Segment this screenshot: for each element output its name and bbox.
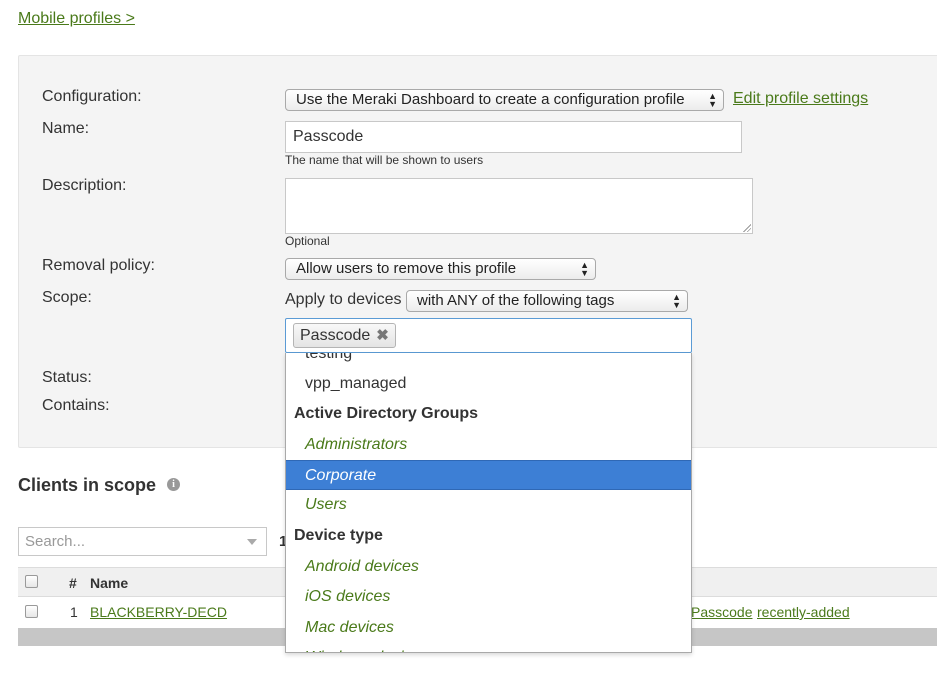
scope-mode-select[interactable]: with ANY of the following tags ▲ ▼ [406,290,688,312]
scope-mode-select-value: with ANY of the following tags [417,292,615,309]
edit-profile-settings-link[interactable]: Edit profile settings [733,90,868,108]
row-number: 1 [70,604,78,620]
scope-label: Scope: [42,289,92,306]
dropdown-option[interactable]: vpp_managed [286,369,691,399]
column-header-number[interactable]: # [69,575,77,591]
client-search-input[interactable]: Search... [18,527,267,556]
dropdown-option[interactable]: Administrators [286,430,691,460]
dropdown-option[interactable]: Users [286,490,691,520]
description-textarea[interactable] [285,178,753,234]
dropdown-option[interactable]: Mac devices [286,613,691,643]
name-hint: The name that will be shown to users [285,153,484,167]
chevron-down-icon[interactable] [247,539,257,545]
client-tag-link[interactable]: Passcode [691,604,752,620]
configuration-select[interactable]: Use the Meraki Dashboard to create a con… [285,89,724,111]
contains-label: Contains: [42,397,110,414]
select-arrows-icon: ▲ ▼ [580,260,589,278]
dropdown-option[interactable]: Android devices [286,552,691,582]
remove-tag-icon[interactable]: ✖ [376,326,389,346]
clients-in-scope-title: Clients in scope [18,475,157,495]
dropdown-option[interactable]: iOS devices [286,582,691,612]
status-label: Status: [42,369,92,386]
dropdown-group-header: Device type [294,527,383,544]
tag-chip-label: Passcode [300,326,371,344]
dropdown-option[interactable]: testing [286,353,691,369]
select-arrows-icon: ▲ ▼ [708,91,717,109]
dropdown-option[interactable]: Windows devices [286,643,691,652]
scope-prefix-text: Apply to devices [285,291,402,308]
dropdown-option-highlighted[interactable]: Corporate [286,460,691,490]
description-hint: Optional [285,234,330,248]
scope-tags-input[interactable]: Passcode ✖ [285,318,692,353]
configuration-label: Configuration: [42,88,142,105]
configuration-select-value: Use the Meraki Dashboard to create a con… [296,91,685,108]
removal-policy-label: Removal policy: [42,257,155,274]
client-tag-link[interactable]: recently-added [757,604,850,620]
removal-policy-select[interactable]: Allow users to remove this profile ▲ ▼ [285,258,596,280]
dropdown-group-header: Active Directory Groups [294,405,479,422]
breadcrumb-mobile-profiles[interactable]: Mobile profiles > [18,10,135,28]
tag-dropdown-list[interactable]: testing vpp_managed Active Directory Gro… [285,353,692,653]
removal-policy-select-value: Allow users to remove this profile [296,260,517,277]
name-input[interactable]: Passcode [285,121,742,153]
info-icon[interactable]: i [167,478,180,491]
description-label: Description: [42,177,127,194]
select-all-checkbox[interactable] [25,575,38,588]
client-name-link[interactable]: BLACKBERRY-DECD [90,604,227,620]
tag-chip: Passcode ✖ [293,323,396,348]
search-placeholder: Search... [25,533,86,550]
name-label: Name: [42,120,90,137]
select-arrows-icon: ▲ ▼ [672,292,681,310]
resize-grip-icon[interactable] [743,224,751,232]
column-header-name[interactable]: Name [90,575,128,591]
row-checkbox[interactable] [25,605,38,618]
